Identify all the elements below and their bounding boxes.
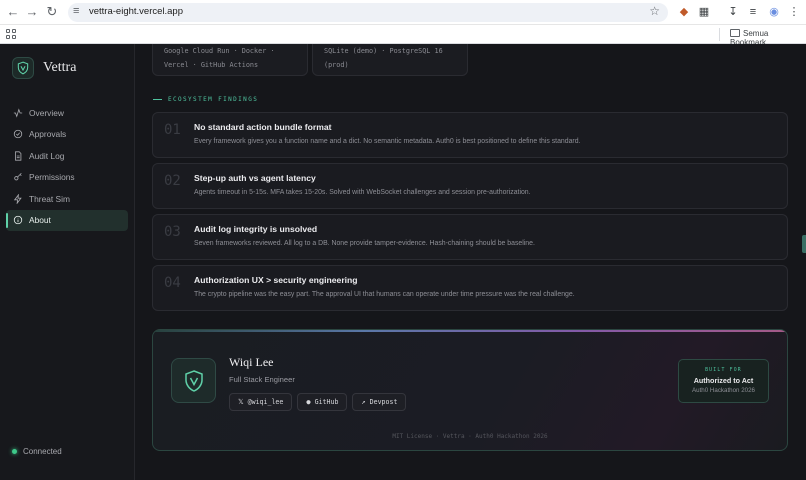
built-for-title: Authorized to Act	[693, 376, 754, 385]
sidebar-item-about[interactable]: About	[6, 209, 128, 231]
sidebar-item-label: Permissions	[29, 172, 75, 183]
finding-description: The crypto pipeline was the easy part. T…	[194, 291, 575, 298]
apps-grid-icon[interactable]	[6, 29, 16, 39]
bookmark-separator	[719, 28, 720, 41]
author-role: Full Stack Engineer	[229, 375, 295, 384]
github-link-button[interactable]: ● GitHub	[297, 393, 348, 411]
stack-card-deploy: Google Cloud Run · Docker · Vercel · Git…	[152, 44, 308, 76]
status-dot-icon	[12, 449, 17, 454]
section-label-text: ECOSYSTEM FINDINGS	[168, 96, 259, 103]
author-name: Wiqi Lee	[229, 355, 274, 369]
info-icon	[13, 215, 23, 225]
finding-title: Authorization UX > security engineering	[194, 275, 358, 285]
shield-logo-icon	[12, 57, 34, 79]
finding-number: 02	[164, 173, 181, 189]
sidebar-item-label: About	[29, 215, 51, 226]
document-icon	[13, 151, 23, 161]
site-settings-icon[interactable]: ≡	[73, 5, 79, 17]
github-icon: ●	[306, 398, 311, 406]
finding-description: Every framework gives you a function nam…	[194, 138, 581, 145]
browser-menu-icon[interactable]: ⋮	[787, 5, 801, 19]
license-footer: MIT License · Vettra · Auth0 Hackathon 2…	[392, 433, 548, 440]
finding-card: 01 No standard action bundle format Ever…	[152, 112, 788, 158]
sidebar-item-label: Threat Sim	[29, 193, 70, 204]
sidebar-item-approvals[interactable]: Approvals	[6, 124, 128, 145]
activity-icon	[13, 107, 23, 118]
finding-number: 01	[164, 122, 181, 138]
sidebar-item-label: Overview	[29, 107, 64, 118]
forward-icon[interactable]: →	[24, 4, 40, 20]
stack-line: Vercel · GitHub Actions	[164, 61, 259, 69]
link-label: Devpost	[369, 398, 398, 406]
built-for-badge: BUILT FOR Authorized to Act Auth0 Hackat…	[678, 359, 769, 403]
heading-accent-bar	[153, 99, 162, 100]
built-for-subtitle: Auth0 Hackathon 2026	[692, 387, 755, 394]
bookmarks-bar: Semua Bookmark	[0, 25, 806, 47]
metamask-extension-icon[interactable]: ◆	[677, 5, 691, 19]
link-label: GitHub	[314, 398, 339, 406]
brand-name: Vettra	[43, 60, 77, 75]
card-gradient-border	[153, 330, 787, 332]
back-icon[interactable]: ←	[5, 4, 21, 20]
side-panel-handle[interactable]	[802, 235, 806, 253]
brand[interactable]: Vettra	[12, 57, 76, 79]
finding-card: 04 Authorization UX > security engineeri…	[152, 265, 788, 311]
sidebar-item-label: Audit Log	[29, 150, 65, 161]
finding-description: Seven frameworks reviewed. All log to a …	[194, 240, 535, 247]
sidebar-item-overview[interactable]: Overview	[6, 102, 128, 123]
sidebar-item-threat-sim[interactable]: Threat Sim	[6, 188, 128, 209]
finding-description: Agents timeout in 5-15s. MFA takes 15-20…	[194, 189, 531, 196]
main-content: Google Cloud Run · Docker · Vercel · Git…	[135, 44, 806, 480]
profile-avatar-icon[interactable]: ◉	[767, 5, 781, 19]
stack-line: Google Cloud Run · Docker ·	[164, 47, 275, 55]
devpost-link-button[interactable]: ↗ Devpost	[352, 393, 407, 411]
stack-line: (prod)	[324, 61, 349, 69]
check-circle-icon	[13, 129, 23, 139]
key-icon	[13, 172, 23, 182]
bookmark-star-icon[interactable]: ☆	[649, 4, 660, 18]
app-root: Vettra Overview Approvals Audit Log Perm…	[0, 44, 806, 480]
download-icon[interactable]: ↧	[726, 5, 740, 19]
address-bar[interactable]: ≡ vettra-eight.vercel.app ☆	[68, 3, 668, 22]
finding-number: 03	[164, 224, 181, 240]
connection-status-label: Connected	[23, 447, 62, 456]
finding-card: 03 Audit log integrity is unsolved Seven…	[152, 214, 788, 260]
x-icon: 𝕏	[238, 398, 244, 406]
browser-toolbar: ← → ↻ ≡ vettra-eight.vercel.app ☆ ◆ ▦ ↧ …	[0, 0, 806, 25]
extensions-icon[interactable]: ▦	[697, 5, 711, 19]
external-link-icon: ↗	[361, 398, 366, 406]
stack-line: SQLite (demo) · PostgreSQL 16	[324, 47, 443, 55]
finding-title: No standard action bundle format	[194, 122, 332, 132]
media-control-icon[interactable]: ≡	[746, 5, 760, 19]
shield-avatar-icon	[171, 358, 216, 403]
built-for-label: BUILT FOR	[705, 368, 742, 373]
author-links: 𝕏 @wiqi_lee ● GitHub ↗ Devpost	[229, 393, 407, 411]
twitter-link-button[interactable]: 𝕏 @wiqi_lee	[229, 393, 293, 411]
folder-icon	[730, 29, 740, 37]
finding-title: Audit log integrity is unsolved	[194, 224, 318, 234]
sidebar-item-permissions[interactable]: Permissions	[6, 167, 128, 188]
finding-card: 02 Step-up auth vs agent latency Agents …	[152, 163, 788, 209]
finding-number: 04	[164, 275, 181, 291]
zap-icon	[13, 193, 23, 204]
ecosystem-findings-heading: ECOSYSTEM FINDINGS	[153, 96, 258, 103]
sidebar: Vettra Overview Approvals Audit Log Perm…	[0, 44, 135, 480]
reload-icon[interactable]: ↻	[44, 4, 60, 20]
sidebar-item-label: Approvals	[29, 129, 67, 140]
stack-card-database: SQLite (demo) · PostgreSQL 16 (prod)	[312, 44, 468, 76]
link-label: @wiqi_lee	[247, 398, 284, 406]
connection-status: Connected	[12, 447, 62, 456]
author-profile-card: Wiqi Lee Full Stack Engineer 𝕏 @wiqi_lee…	[152, 329, 788, 451]
sidebar-nav: Overview Approvals Audit Log Permissions…	[6, 102, 128, 232]
finding-title: Step-up auth vs agent latency	[194, 173, 316, 183]
sidebar-item-audit-log[interactable]: Audit Log	[6, 145, 128, 166]
url-text: vettra-eight.vercel.app	[89, 6, 183, 17]
